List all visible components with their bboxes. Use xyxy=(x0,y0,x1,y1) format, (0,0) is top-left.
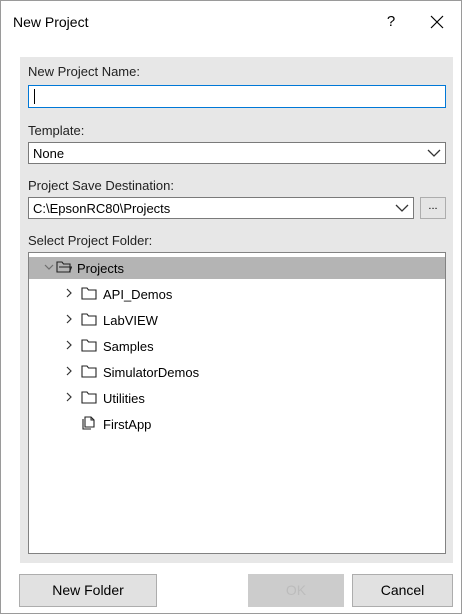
template-label: Template: xyxy=(28,123,85,138)
tree-item-api-demos[interactable]: API_Demos xyxy=(29,283,445,305)
project-file-icon xyxy=(82,416,95,430)
chevron-down-icon xyxy=(395,204,409,212)
tree-item-label: API_Demos xyxy=(103,287,173,302)
chevron-down-icon xyxy=(427,149,441,157)
cancel-button[interactable]: Cancel xyxy=(352,574,453,607)
folder-tree[interactable]: Projects API_Demos LabVIEW Samples Simul… xyxy=(28,252,446,554)
chevron-right-icon[interactable] xyxy=(63,313,75,325)
browse-button[interactable]: ... xyxy=(420,197,446,219)
folder-icon xyxy=(81,365,97,378)
chevron-right-icon[interactable] xyxy=(63,391,75,403)
tree-item-label: LabVIEW xyxy=(103,313,158,328)
tree-item-label: Samples xyxy=(103,339,154,354)
help-icon: ? xyxy=(386,13,396,30)
tree-item-utilities[interactable]: Utilities xyxy=(29,387,445,409)
tree-item-firstapp[interactable]: FirstApp xyxy=(29,413,445,435)
help-button[interactable]: ? xyxy=(376,7,406,37)
tree-item-simulatordemos[interactable]: SimulatorDemos xyxy=(29,361,445,383)
tree-item-label: Utilities xyxy=(103,391,145,406)
tree-item-label: FirstApp xyxy=(103,417,152,432)
project-name-input[interactable] xyxy=(28,85,446,108)
tree-item-samples[interactable]: Samples xyxy=(29,335,445,357)
folder-icon xyxy=(81,391,97,404)
destination-select[interactable]: C:\EpsonRC80\Projects xyxy=(28,197,414,219)
folder-icon xyxy=(81,287,97,300)
ok-button[interactable]: OK xyxy=(248,574,344,607)
tree-item-label: Projects xyxy=(77,261,124,276)
text-caret xyxy=(34,89,35,104)
new-project-dialog: New Project ? New Project Name: Template… xyxy=(0,0,462,614)
select-folder-label: Select Project Folder: xyxy=(28,233,153,248)
chevron-right-icon[interactable] xyxy=(63,339,75,351)
folder-icon xyxy=(81,339,97,352)
close-button[interactable] xyxy=(419,7,455,37)
tree-item-label: SimulatorDemos xyxy=(103,365,200,380)
destination-label: Project Save Destination: xyxy=(28,178,174,193)
tree-item-projects[interactable]: Projects xyxy=(29,257,445,279)
template-select[interactable]: None xyxy=(28,142,446,164)
chevron-right-icon[interactable] xyxy=(63,365,75,377)
tree-item-labview[interactable]: LabVIEW xyxy=(29,309,445,331)
dialog-title: New Project xyxy=(13,14,89,30)
project-name-label: New Project Name: xyxy=(28,64,140,79)
folder-icon xyxy=(81,313,97,326)
folder-open-icon xyxy=(56,261,72,273)
close-icon xyxy=(430,15,444,29)
destination-value: C:\EpsonRC80\Projects xyxy=(33,201,171,216)
new-folder-button[interactable]: New Folder xyxy=(19,574,157,607)
chevron-expanded-icon[interactable] xyxy=(43,261,55,273)
title-bar: New Project ? xyxy=(1,1,461,43)
template-value: None xyxy=(33,146,65,161)
chevron-right-icon[interactable] xyxy=(63,287,75,299)
